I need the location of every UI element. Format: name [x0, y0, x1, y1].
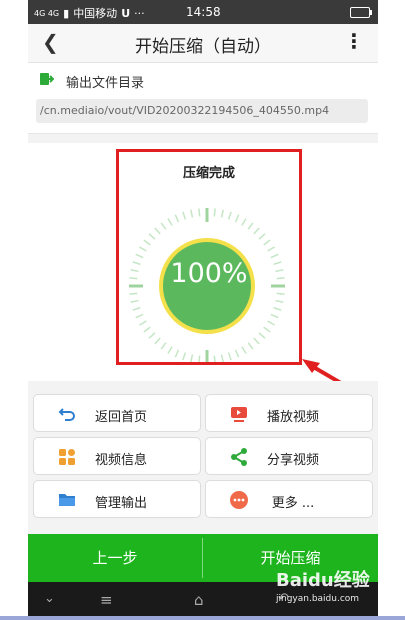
output-directory-section: 输出文件目录 /cn.mediaio/vout/VID2020032219450…: [28, 63, 378, 134]
share-video-label: 分享视频: [266, 453, 319, 468]
status-left: 4G 4G ▮ 中国移动 U ···: [34, 5, 145, 21]
video-info-button[interactable]: 视频信息: [33, 437, 201, 475]
clock: 14:58: [186, 5, 221, 19]
app-notification-icon: U: [121, 6, 131, 20]
more-vert-icon[interactable]: ⋮: [344, 29, 364, 53]
play-video-label: 播放视频: [266, 410, 319, 425]
signal-icon: ▮: [63, 6, 70, 20]
status-bar: 4G 4G ▮ 中国移动 U ··· 14:58: [28, 0, 378, 24]
return-home-button[interactable]: 返回首页: [33, 394, 201, 432]
progress-area: 压缩完成 100%: [28, 143, 378, 381]
watermark-text: Baidu经验: [276, 570, 370, 591]
annotation-arrow: [302, 359, 342, 381]
export-icon: [40, 73, 54, 85]
play-video-button[interactable]: 播放视频: [205, 394, 373, 432]
frame-bottom-line: [0, 616, 405, 620]
nav-collapse-icon[interactable]: ⌄: [44, 591, 55, 606]
watermark-url: jingyan.baidu.com: [276, 594, 360, 604]
baidu-jingyan-watermark: Baidu经验 jingyan.baidu.com: [276, 566, 370, 604]
more-button[interactable]: 更多 ...: [205, 480, 373, 518]
nav-menu-icon[interactable]: ≡: [100, 591, 113, 609]
output-directory-label: 输出文件目录: [66, 76, 145, 91]
manage-output-button[interactable]: 管理输出: [33, 480, 201, 518]
video-info-label: 视频信息: [94, 453, 147, 468]
action-grid: 返回首页 播放视频 视频信息 分享视频 管理输出 更多 ...: [28, 384, 378, 532]
more-label: 更多 ...: [271, 496, 315, 511]
carrier-name: 中国移动: [73, 7, 118, 20]
return-home-label: 返回首页: [94, 410, 147, 425]
app-bar: ❮ 开始压缩（自动） ⋮: [28, 24, 378, 63]
output-path-field[interactable]: /cn.mediaio/vout/VID20200322194506_40455…: [36, 99, 368, 123]
overflow-notification-icon: ···: [134, 6, 145, 20]
page-title: 开始压缩（自动）: [135, 37, 271, 57]
share-video-button[interactable]: 分享视频: [205, 437, 373, 475]
network-indicator: 4G 4G: [34, 8, 60, 18]
nav-home-icon[interactable]: ⌂: [194, 591, 204, 609]
previous-step-button[interactable]: 上一步: [28, 534, 202, 582]
battery-icon: [350, 7, 372, 18]
phone-screen: 4G 4G ▮ 中国移动 U ··· 14:58 ❮ 开始压缩（自动） ⋮ 输出…: [28, 0, 378, 616]
manage-output-label: 管理输出: [94, 496, 147, 511]
